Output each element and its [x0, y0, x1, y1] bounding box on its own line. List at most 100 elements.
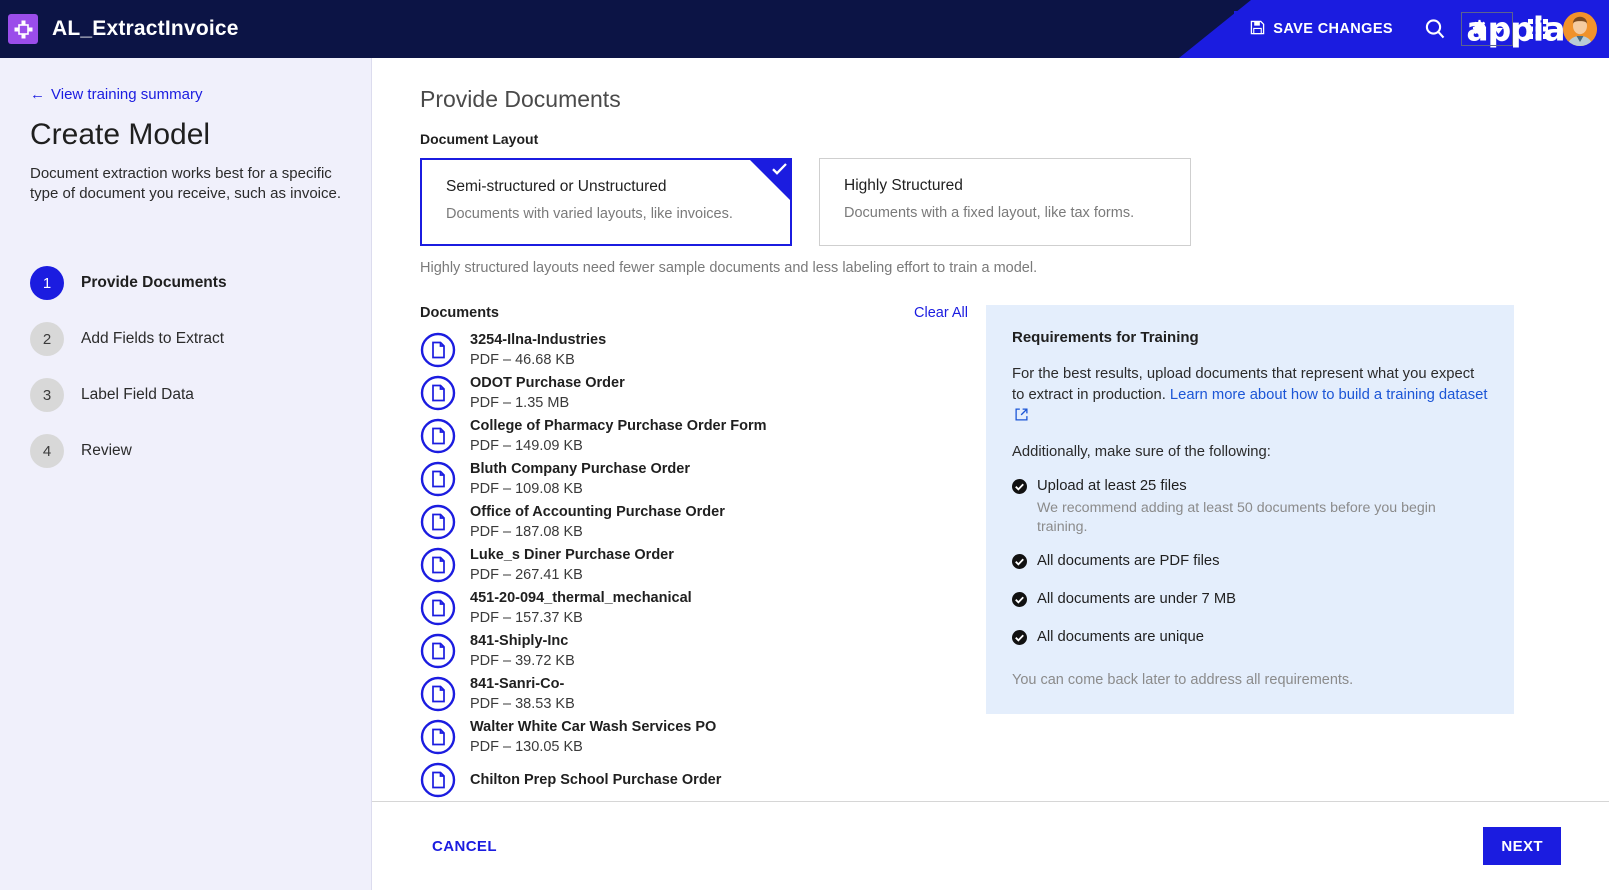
sidebar-step-review[interactable]: 4 Review: [30, 423, 341, 479]
pdf-document-icon: [420, 375, 456, 410]
document-meta: PDF – 1.35 MB: [470, 394, 570, 411]
step-number: 3: [30, 378, 64, 412]
pdf-document-icon: [420, 676, 456, 711]
document-name: College of Pharmacy Purchase Order Form: [470, 417, 767, 434]
pdf-document-icon: [420, 418, 456, 453]
document-list-item[interactable]: ODOT Purchase Order PDF – 1.35 MB: [420, 371, 968, 414]
clear-all-link[interactable]: Clear All: [914, 305, 968, 321]
save-changes-button[interactable]: SAVE CHANGES: [1234, 11, 1409, 47]
wizard-footer: CANCEL NEXT: [372, 801, 1609, 890]
requirement-label: All documents are unique: [1037, 629, 1204, 646]
document-meta: PDF – 46.68 KB: [470, 351, 575, 368]
check-circle-icon: [1012, 630, 1027, 646]
back-link-label: View training summary: [51, 86, 203, 103]
document-meta: PDF – 267.41 KB: [470, 566, 583, 583]
pdf-document-icon: [420, 375, 456, 411]
check-icon: [772, 163, 787, 175]
next-button[interactable]: NEXT: [1483, 827, 1561, 865]
view-training-summary-link[interactable]: ← View training summary: [30, 86, 202, 103]
step-label: Label Field Data: [81, 386, 194, 403]
learn-more-link[interactable]: Learn more about how to build a training…: [1170, 387, 1488, 403]
cancel-button[interactable]: CANCEL: [432, 838, 497, 855]
document-list-item[interactable]: Bluth Company Purchase Order PDF – 109.0…: [420, 457, 968, 500]
pdf-document-icon: [420, 676, 456, 712]
document-name: Office of Accounting Purchase Order: [470, 503, 725, 520]
documents-area: Documents Clear All 3254-Ilna-Industries…: [420, 305, 1561, 801]
search-icon[interactable]: [1423, 17, 1447, 41]
page-description: Document extraction works best for a spe…: [30, 165, 342, 202]
chevron-down-icon: [1494, 22, 1503, 37]
requirements-title: Requirements for Training: [1012, 329, 1199, 346]
app-title: AL_ExtractInvoice: [52, 17, 239, 40]
pdf-document-icon: [420, 633, 456, 668]
document-meta: PDF – 130.05 KB: [470, 738, 583, 755]
document-list[interactable]: 3254-Ilna-Industries PDF – 46.68 KB ODOT…: [420, 328, 968, 801]
settings-menu-button[interactable]: [1461, 12, 1513, 46]
document-list-item[interactable]: 841-Sanri-Co- PDF – 38.53 KB: [420, 672, 968, 715]
requirements-additionally: Additionally, make sure of the following…: [1012, 444, 1271, 460]
check-circle-icon: [1012, 592, 1027, 608]
document-list-item[interactable]: Office of Accounting Purchase Order PDF …: [420, 500, 968, 543]
sidebar-step-add-fields[interactable]: 2 Add Fields to Extract: [30, 311, 341, 367]
main-content: Provide Documents Document Layout Semi-s…: [372, 58, 1609, 890]
document-meta: PDF – 109.08 KB: [470, 480, 583, 497]
document-name: 841-Shiply-Inc: [470, 632, 569, 649]
document-meta: PDF – 157.37 KB: [470, 609, 583, 626]
check-circle-icon: [1012, 554, 1027, 574]
sidebar-step-provide-documents[interactable]: 1 Provide Documents: [30, 255, 341, 311]
document-layout-label: Document Layout: [420, 131, 539, 147]
document-list-item[interactable]: Luke_s Diner Purchase Order PDF – 267.41…: [420, 543, 968, 586]
pdf-document-icon: [420, 590, 456, 626]
pdf-document-icon: [420, 719, 456, 754]
layout-card-highly-structured[interactable]: Highly Structured Documents with a fixed…: [819, 158, 1191, 246]
page-title: Create Model: [30, 118, 211, 151]
document-list-item[interactable]: Walter White Car Wash Services PO PDF – …: [420, 715, 968, 758]
documents-column: Documents Clear All 3254-Ilna-Industries…: [420, 305, 968, 801]
requirement-label: Upload at least 25 files: [1037, 478, 1187, 494]
requirement-item: Upload at least 25 files We recommend ad…: [1012, 477, 1488, 536]
document-name: 841-Sanri-Co-: [470, 675, 565, 692]
step-number: 4: [30, 434, 64, 468]
layout-card-subtitle: Documents with a fixed layout, like tax …: [844, 205, 1135, 221]
section-title: Provide Documents: [420, 86, 621, 112]
requirement-label: All documents are under 7 MB: [1037, 591, 1237, 608]
document-name: 3254-Ilna-Industries: [470, 331, 607, 348]
appian-app-icon[interactable]: [8, 14, 38, 44]
document-list-item[interactable]: 841-Shiply-Inc PDF – 39.72 KB: [420, 629, 968, 672]
document-name: ODOT Purchase Order: [470, 374, 625, 391]
document-meta: PDF – 187.08 KB: [470, 523, 583, 540]
step-label: Provide Documents: [81, 274, 227, 291]
layout-card-title: Semi-structured or Unstructured: [446, 178, 667, 195]
document-list-item[interactable]: 451-20-094_thermal_mechanical PDF – 157.…: [420, 586, 968, 629]
user-avatar[interactable]: [1563, 12, 1597, 46]
save-changes-label: SAVE CHANGES: [1273, 21, 1393, 37]
sidebar: ← View training summary Create Model Doc…: [0, 58, 372, 890]
pdf-document-icon: [420, 762, 456, 797]
pdf-document-icon: [420, 504, 456, 539]
pdf-document-icon: [420, 762, 456, 798]
document-meta: PDF – 38.53 KB: [470, 695, 575, 712]
document-meta: PDF – 39.72 KB: [470, 652, 575, 669]
external-link-icon: [1012, 408, 1028, 424]
pdf-document-icon: [420, 418, 456, 454]
layout-card-semi-structured[interactable]: Semi-structured or Unstructured Document…: [420, 158, 792, 246]
pdf-document-icon: [420, 547, 456, 582]
pdf-document-icon: [420, 547, 456, 583]
documents-header: Documents Clear All: [420, 305, 968, 321]
requirements-footnote: You can come back later to address all r…: [1012, 672, 1354, 689]
app-header: appian AL_ExtractInvoice SAVE CHANGES: [0, 0, 1609, 58]
document-name: 451-20-094_thermal_mechanical: [470, 589, 692, 606]
requirement-item: All documents are PDF files: [1012, 552, 1488, 574]
documents-label: Documents: [420, 305, 499, 321]
document-list-item[interactable]: College of Pharmacy Purchase Order Form …: [420, 414, 968, 457]
document-name: Walter White Car Wash Services PO: [470, 718, 717, 735]
document-list-item[interactable]: Chilton Prep School Purchase Order: [420, 758, 968, 801]
save-disk-icon: [1250, 20, 1265, 39]
document-list-item[interactable]: 3254-Ilna-Industries PDF – 46.68 KB: [420, 328, 968, 371]
layout-hint: Highly structured layouts need fewer sam…: [420, 260, 1038, 276]
sidebar-step-label-field-data[interactable]: 3 Label Field Data: [30, 367, 341, 423]
document-meta: PDF – 149.09 KB: [470, 437, 583, 454]
arrow-left-icon: ←: [30, 86, 45, 103]
requirements-list: Upload at least 25 files We recommend ad…: [1012, 477, 1488, 650]
grid-apps-icon[interactable]: [1527, 18, 1549, 40]
